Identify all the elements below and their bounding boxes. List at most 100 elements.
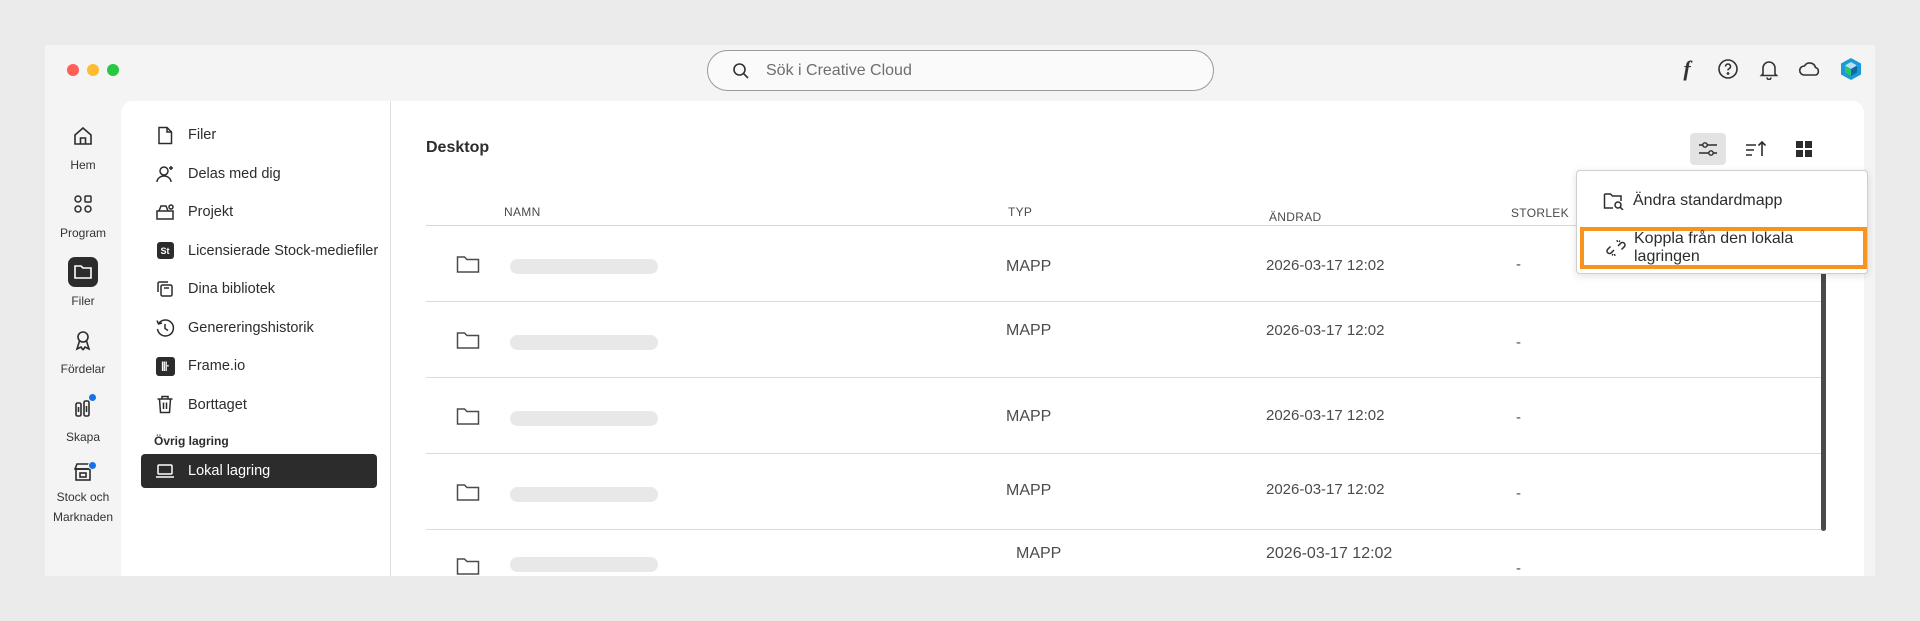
menu-item-label: Koppla från den lokala lagringen — [1634, 230, 1794, 265]
file-icon — [155, 125, 175, 145]
table-row[interactable]: MAPP 2026-03-17 12:02 - — [426, 378, 1826, 454]
file-name-placeholder — [510, 335, 658, 350]
sidebar-item-label: Filer — [188, 127, 217, 144]
notification-badge — [88, 461, 97, 470]
rail-item-stock[interactable]: Stock och Marknaden — [45, 453, 121, 524]
sidebar-item-projekt[interactable]: Projekt — [121, 193, 390, 232]
sidebar-item-label: Licensierade Stock-mediefiler — [188, 242, 379, 259]
storage-options-menu: Ändra standardmapp Koppla från den lokal… — [1576, 170, 1868, 274]
file-name-placeholder — [510, 411, 658, 426]
table-row[interactable]: MAPP 2026-03-17 12:02 - — [426, 530, 1826, 576]
rail-item-fordelar[interactable]: Fördelar — [45, 317, 121, 385]
stock-icon: St — [155, 241, 175, 261]
font-glyph: f — [1683, 56, 1691, 81]
folder-icon — [456, 332, 480, 349]
cell-modified: 2026-03-17 12:02 — [1266, 322, 1385, 339]
zoom-window-button[interactable] — [107, 64, 119, 76]
rail-label: Program — [59, 226, 106, 240]
ribbon-icon — [68, 325, 98, 355]
rail-item-hem[interactable]: Hem — [45, 113, 121, 181]
menu-item-change-default-folder[interactable]: Ändra standardmapp — [1577, 179, 1867, 223]
folder-icon — [456, 408, 480, 425]
sidebar-item-label: Lokal lagring — [188, 463, 271, 479]
cell-size: - — [1516, 256, 1521, 273]
top-right-icons: f — [1675, 56, 1863, 81]
cell-type: MAPP — [1006, 408, 1052, 425]
sidebar-item-delas[interactable]: Delas med dig — [121, 155, 390, 194]
grid-view-icon — [1796, 141, 1812, 157]
sidebar-item-filer[interactable]: Filer — [121, 116, 390, 155]
filter-button[interactable] — [1690, 133, 1726, 165]
frameio-badge: |||· — [155, 356, 175, 376]
sidebar-item-borttaget[interactable]: Borttaget — [121, 386, 390, 425]
rail-item-filer[interactable]: Filer — [45, 249, 121, 317]
column-header-name[interactable]: NAMN — [504, 205, 541, 219]
file-name-placeholder — [510, 259, 658, 274]
cell-size: - — [1516, 485, 1521, 502]
rail-item-program[interactable]: Program — [45, 181, 121, 249]
table-row[interactable]: MAPP 2026-03-17 12:02 - — [426, 302, 1826, 378]
sidebar-item-stock[interactable]: St Licensierade Stock-mediefiler — [121, 232, 390, 271]
project-icon — [155, 202, 175, 222]
sort-button[interactable] — [1738, 133, 1774, 165]
sidebar-item-lokal-lagring[interactable]: Lokal lagring — [141, 454, 377, 488]
rail-label: Fördelar — [60, 362, 106, 376]
trash-icon — [155, 395, 175, 415]
file-name-placeholder — [510, 557, 658, 572]
column-header-type[interactable]: TYP — [1008, 205, 1032, 219]
cell-size: - — [1516, 560, 1521, 576]
sidebar-item-label: Borttaget — [188, 396, 247, 413]
store-icon — [68, 461, 98, 483]
cell-modified: 2026-03-17 12:02 — [1266, 545, 1393, 562]
cell-modified: 2026-03-17 12:02 — [1266, 407, 1385, 424]
frameio-icon: |||· — [155, 356, 175, 376]
cell-type: MAPP — [1006, 258, 1052, 275]
rail-label: Stock och Marknaden — [52, 490, 114, 524]
help-icon[interactable] — [1716, 57, 1740, 81]
bell-icon[interactable] — [1757, 57, 1781, 81]
cell-type: MAPP — [1016, 545, 1062, 562]
sidebar-item-label: Dina bibliotek — [188, 281, 276, 298]
menu-item-disconnect-local-storage[interactable]: Koppla från den lokala lagringen — [1580, 227, 1867, 269]
cloud-icon[interactable] — [1798, 57, 1822, 81]
notification-badge — [88, 393, 97, 402]
section-label-other-storage: Övrig lagring — [154, 434, 229, 448]
table-row[interactable]: MAPP 2026-03-17 12:02 - — [426, 454, 1826, 530]
sidebar-item-historik[interactable]: Genereringshistorik — [121, 309, 390, 348]
rail-label: Hem — [70, 158, 96, 172]
folder-search-icon — [1603, 192, 1625, 210]
page-title: Desktop — [426, 139, 490, 156]
sidebar-item-label: Frame.io — [188, 358, 246, 375]
unlink-icon — [1606, 238, 1626, 258]
scrollbar[interactable] — [1821, 251, 1826, 531]
files-sidebar: Filer Delas med dig Projekt St Licensier… — [121, 101, 391, 576]
home-icon — [68, 121, 98, 151]
search-placeholder: Sök i Creative Cloud — [766, 61, 912, 79]
column-header-modified[interactable]: ÄNDRAD — [1269, 210, 1321, 224]
menu-item-label: Ändra standardmapp — [1633, 192, 1783, 209]
sidebar-item-frameio[interactable]: |||· Frame.io — [121, 347, 390, 386]
apps-icon — [68, 189, 98, 219]
history-icon — [155, 318, 175, 338]
grid-view-button[interactable] — [1786, 133, 1822, 165]
app-logo-icon[interactable] — [1839, 57, 1863, 81]
window-controls — [67, 64, 119, 76]
cell-size: - — [1516, 334, 1521, 351]
minimize-window-button[interactable] — [87, 64, 99, 76]
search-input[interactable]: Sök i Creative Cloud — [707, 50, 1214, 91]
left-rail: Hem Program Filer Fördelar Skapa Stock o… — [45, 113, 121, 524]
cell-type: MAPP — [1006, 322, 1052, 339]
cell-modified: 2026-03-17 12:02 — [1266, 257, 1385, 274]
laptop-icon — [155, 461, 175, 481]
column-header-size[interactable]: STORLEK — [1511, 206, 1569, 220]
app-window: Sök i Creative Cloud f Hem Program Filer… — [45, 45, 1875, 576]
filter-icon — [1699, 142, 1717, 156]
close-window-button[interactable] — [67, 64, 79, 76]
view-toolbar — [1690, 133, 1822, 165]
font-icon[interactable]: f — [1675, 56, 1699, 81]
sidebar-item-label: Genereringshistorik — [188, 319, 314, 336]
sidebar-item-bibliotek[interactable]: Dina bibliotek — [121, 270, 390, 309]
file-name-placeholder — [510, 487, 658, 502]
rail-label: Skapa — [65, 430, 101, 444]
rail-item-skapa[interactable]: Skapa — [45, 385, 121, 453]
